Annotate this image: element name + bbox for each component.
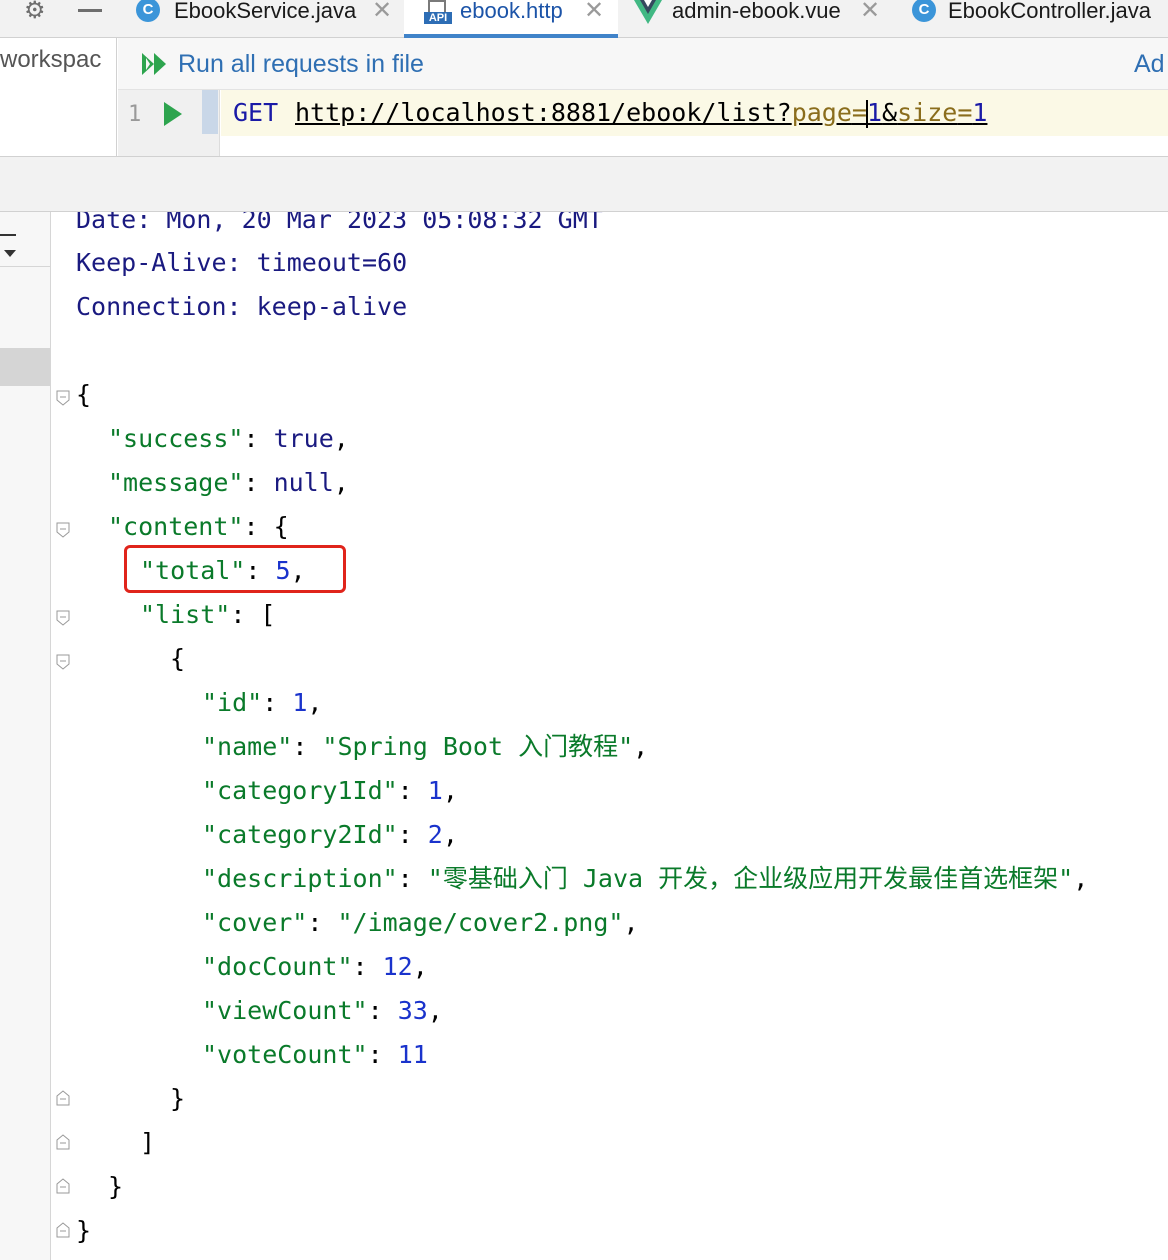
fold-close-icon[interactable] bbox=[56, 1090, 70, 1106]
vue-icon bbox=[634, 0, 662, 24]
run-request-icon[interactable] bbox=[164, 102, 182, 126]
gear-icon[interactable]: ⚙ bbox=[24, 0, 52, 24]
json-line: "list": [ bbox=[140, 600, 276, 629]
fold-open-icon[interactable] bbox=[56, 522, 70, 538]
line-number: 1 bbox=[128, 102, 142, 127]
header-name: Connection bbox=[76, 292, 227, 321]
url-param-value: 1 bbox=[972, 98, 988, 127]
fold-open-icon[interactable] bbox=[56, 390, 70, 406]
line-marker bbox=[202, 90, 218, 134]
response-header-line: Keep-Alive: timeout=60 bbox=[76, 248, 408, 277]
json-brace: { bbox=[170, 644, 186, 673]
json-line: "name": "Spring Boot 入门教程", bbox=[202, 732, 649, 761]
json-value: 1 bbox=[427, 776, 443, 805]
response-toolbar bbox=[0, 212, 51, 1260]
json-value: 2 bbox=[427, 820, 443, 849]
dropdown-icon[interactable] bbox=[4, 250, 16, 257]
close-icon[interactable]: ✕ bbox=[584, 0, 604, 23]
fold-close-icon[interactable] bbox=[56, 1134, 70, 1150]
editor-tab-bar: ⚙ C EbookService.java ✕ API ebook.http ✕… bbox=[0, 0, 1168, 38]
json-brace: } bbox=[170, 1084, 186, 1113]
url-param-name: page bbox=[791, 98, 852, 127]
request-url[interactable]: http://localhost:8881/ebook/list?page=1&… bbox=[295, 90, 987, 136]
json-value: 33 bbox=[397, 996, 428, 1025]
run-all-button[interactable]: Run all requests in file bbox=[178, 50, 424, 79]
add-request-button[interactable]: Ad bbox=[1134, 50, 1165, 79]
json-line: "viewCount": 33, bbox=[202, 996, 443, 1025]
fold-close-icon[interactable] bbox=[56, 1178, 70, 1194]
url-equals: = bbox=[957, 98, 973, 127]
json-line: "description": "零基础入门 Java 开发，企业级应用开发最佳首… bbox=[202, 864, 1089, 893]
panel-splitter[interactable] bbox=[0, 156, 1168, 212]
url-ampersand: & bbox=[882, 98, 898, 127]
tab-ebook-controller[interactable]: C EbookController.java bbox=[912, 0, 1168, 38]
header-value: Mon, 20 Mar 2023 05:08:32 GMT bbox=[166, 212, 603, 234]
tab-label: admin-ebook.vue bbox=[672, 0, 841, 23]
run-all-icon[interactable] bbox=[142, 53, 170, 80]
editor-gutter: 1 bbox=[118, 90, 220, 156]
json-line: "id": 1, bbox=[202, 688, 323, 717]
http-run-toolbar: Run all requests in file Ad bbox=[118, 38, 1168, 90]
json-line: "docCount": 12, bbox=[202, 952, 428, 981]
header-name: Keep-Alive bbox=[76, 248, 227, 277]
json-line: "cover": "/image/cover2.png", bbox=[202, 908, 639, 937]
tab-label: ebook.http bbox=[460, 0, 563, 23]
response-header-line: Connection: keep-alive bbox=[76, 292, 408, 321]
http-method: GET bbox=[233, 98, 279, 127]
url-param-value: 1 bbox=[866, 98, 883, 127]
json-line: "category1Id": 1, bbox=[202, 776, 458, 805]
json-line: "content": { bbox=[108, 512, 289, 541]
fold-close-icon[interactable] bbox=[56, 1222, 70, 1238]
json-value: "Spring Boot 入门教程" bbox=[322, 732, 634, 761]
divider bbox=[0, 266, 50, 267]
json-line: "voteCount": 11 bbox=[202, 1040, 428, 1069]
tab-ebook-http[interactable]: API ebook.http ✕ bbox=[404, 0, 618, 38]
json-value: 11 bbox=[397, 1040, 428, 1069]
url-param-name: size bbox=[897, 98, 958, 127]
json-value: 1 bbox=[292, 688, 308, 717]
tab-ebook-service[interactable]: C EbookService.java ✕ bbox=[136, 0, 398, 38]
json-value: 12 bbox=[382, 952, 413, 981]
json-line: "success": true, bbox=[108, 424, 349, 453]
url-base: http://localhost:8881/ebook/list? bbox=[295, 98, 792, 127]
header-value: keep-alive bbox=[256, 292, 408, 321]
minimize-icon[interactable] bbox=[78, 9, 102, 12]
java-class-icon: C bbox=[136, 0, 160, 22]
total-highlight-box bbox=[124, 545, 346, 593]
request-line[interactable]: GET http://localhost:8881/ebook/list?pag… bbox=[221, 90, 1168, 136]
json-brace: { bbox=[76, 380, 92, 409]
json-value: "零基础入门 Java 开发，企业级应用开发最佳首选框架" bbox=[427, 864, 1074, 893]
url-equals: = bbox=[851, 98, 867, 127]
json-line: "category2Id": 2, bbox=[202, 820, 458, 849]
close-icon[interactable]: ✕ bbox=[860, 0, 880, 23]
json-value: true bbox=[273, 424, 334, 453]
json-bracket: ] bbox=[140, 1128, 156, 1157]
header-name: Date bbox=[76, 212, 137, 234]
response-header-line: Date: Mon, 20 Mar 2023 05:08:32 GMT bbox=[76, 212, 603, 242]
collapse-icon[interactable] bbox=[0, 234, 16, 236]
json-brace: } bbox=[108, 1172, 124, 1201]
tab-label: EbookService.java bbox=[174, 0, 357, 23]
editor-blank-area[interactable] bbox=[221, 136, 1168, 156]
selected-tool[interactable] bbox=[0, 348, 50, 386]
project-panel: workspac bbox=[0, 38, 117, 156]
response-viewer[interactable]: Date: Mon, 20 Mar 2023 05:08:32 GMT Keep… bbox=[52, 212, 1168, 1260]
header-value: timeout=60 bbox=[256, 248, 408, 277]
json-brace: } bbox=[76, 1216, 92, 1245]
workspace-label[interactable]: workspac bbox=[0, 46, 101, 74]
api-file-icon: API bbox=[424, 0, 452, 26]
tab-label: EbookController.java bbox=[948, 0, 1152, 23]
fold-open-icon[interactable] bbox=[56, 654, 70, 670]
json-line: "message": null, bbox=[108, 468, 349, 497]
tab-admin-ebook-vue[interactable]: admin-ebook.vue ✕ bbox=[634, 0, 884, 38]
json-value: "/image/cover2.png" bbox=[337, 908, 624, 937]
close-icon[interactable]: ✕ bbox=[372, 0, 392, 23]
java-class-icon: C bbox=[912, 0, 936, 22]
fold-open-icon[interactable] bbox=[56, 610, 70, 626]
json-value: null bbox=[273, 468, 334, 497]
